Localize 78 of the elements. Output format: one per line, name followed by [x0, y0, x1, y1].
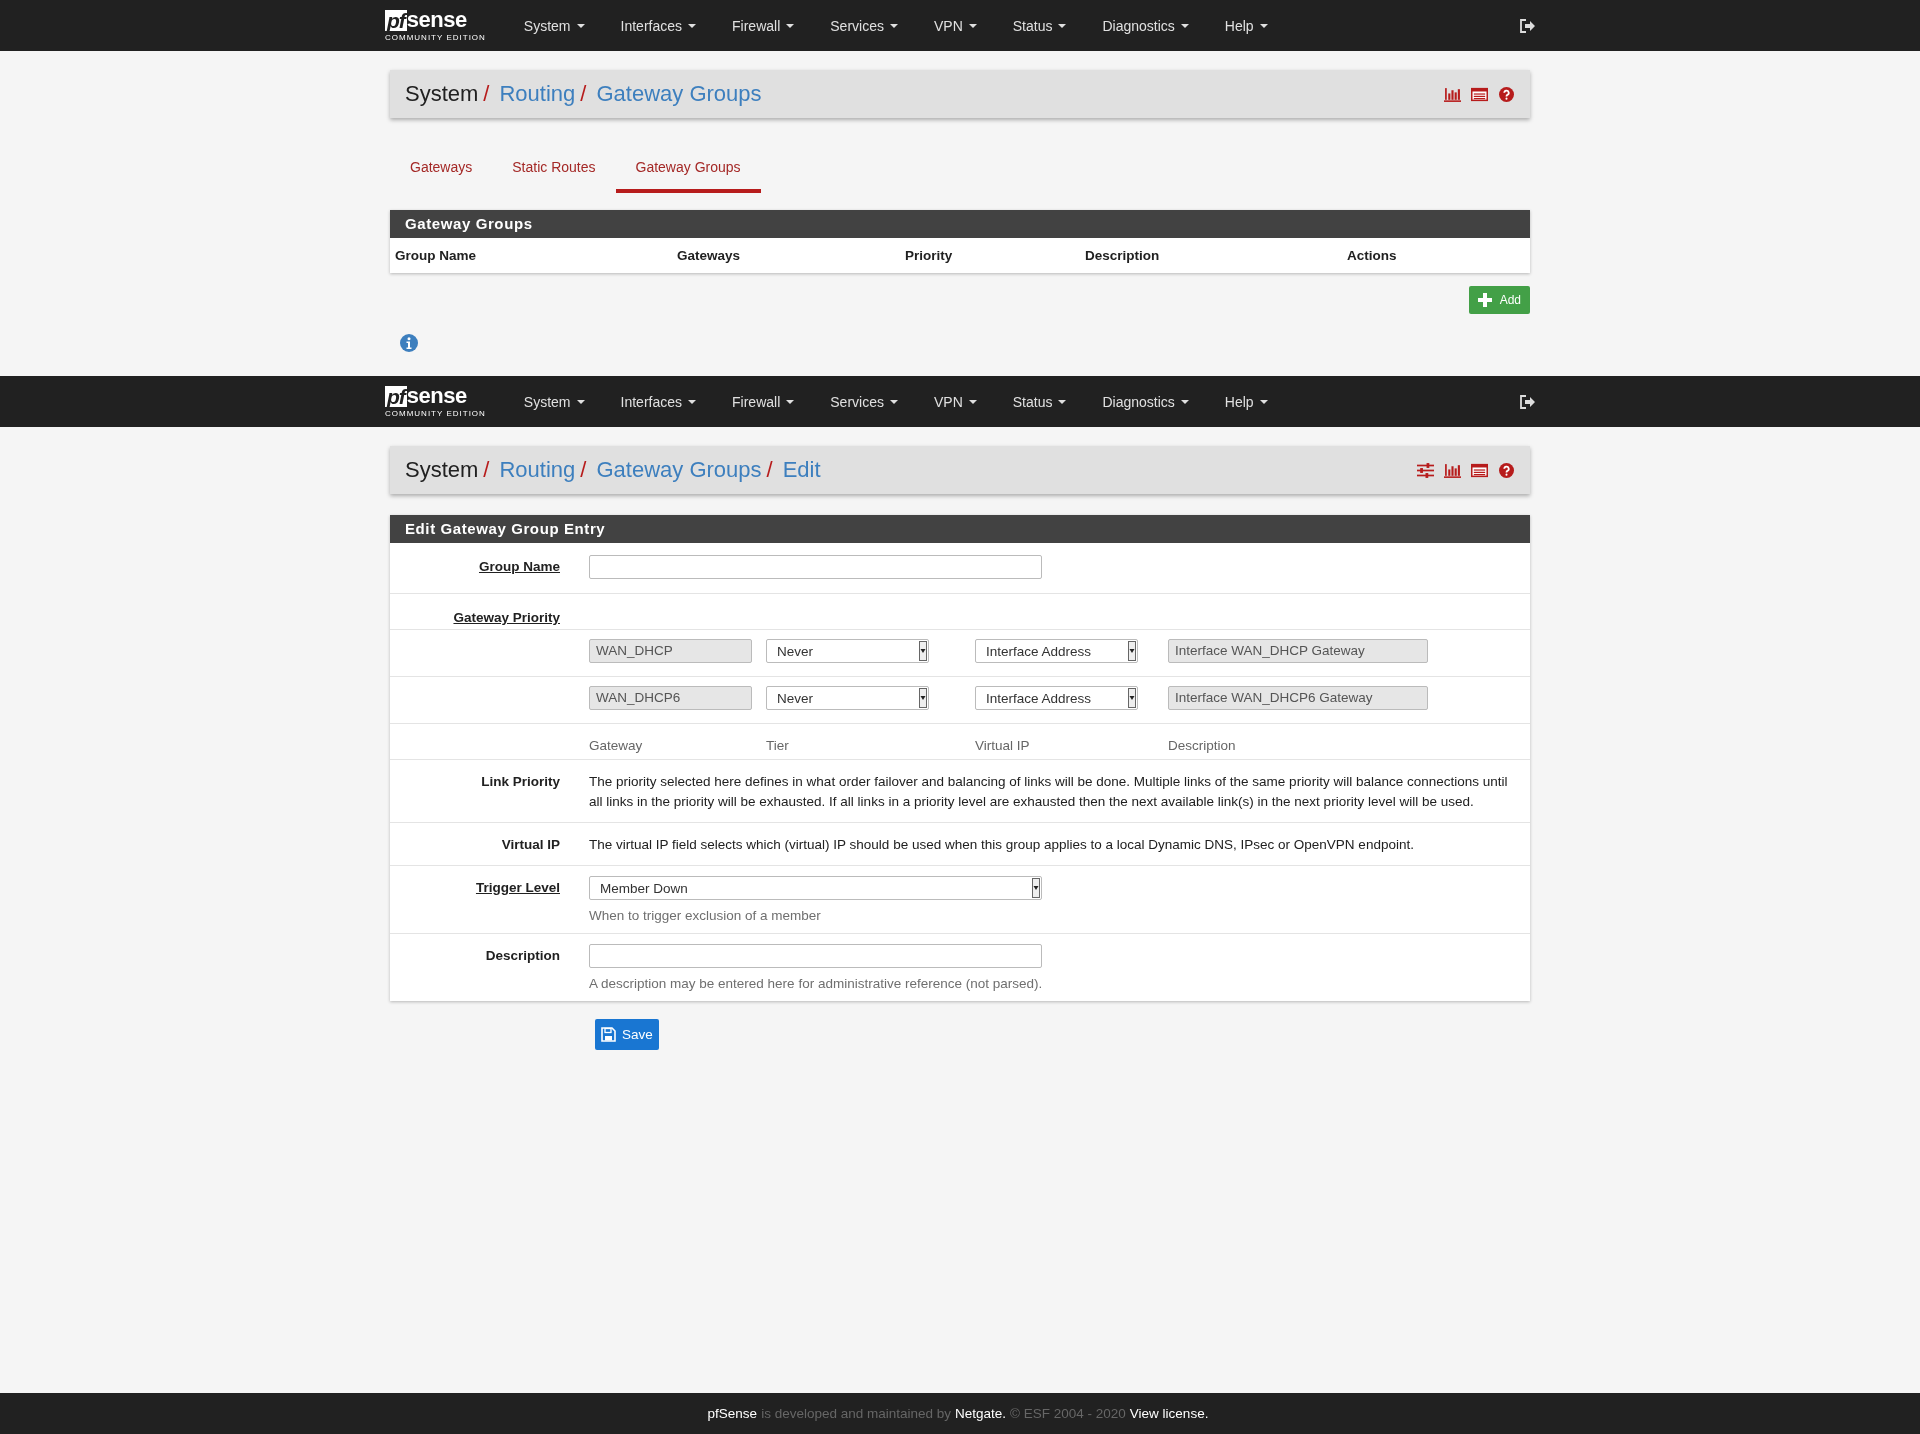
help-text: The priority selected here defines in what order failover and balancing of links will be done. Multiple links of the same priority will balance connections until all links in the priority will be exhausted. If all links in a priority level are exhausted then the next available link(s) in the next priority level will be used. — [589, 773, 1509, 811]
plus-icon — [1477, 293, 1492, 307]
nav-menu[interactable]: VPN — [915, 376, 995, 427]
bar-chart-icon[interactable] — [1444, 462, 1461, 478]
field-label: Trigger Level — [475, 879, 560, 895]
breadcrumb-separator: / — [580, 457, 587, 483]
virtual-ip-select[interactable]: Interface Address — [975, 639, 1138, 663]
nav-menu[interactable]: Status — [994, 376, 1085, 427]
nav-menu[interactable]: System — [505, 0, 603, 51]
help-icon[interactable] — [1498, 462, 1515, 478]
nav-menu[interactable]: Services — [812, 0, 916, 51]
column-header: Group Name — [395, 248, 477, 263]
nav-menu[interactable]: VPN — [915, 0, 995, 51]
panel-title: Gateway Groups — [390, 210, 1530, 238]
breadcrumb-separator: / — [483, 81, 490, 107]
column-header: Tier — [766, 738, 790, 753]
save-button[interactable]: Save — [595, 1019, 659, 1050]
column-header: Actions — [1347, 248, 1398, 263]
group-name-field[interactable] — [589, 555, 1042, 579]
field-label: Group Name — [479, 558, 560, 574]
table-icon[interactable] — [1471, 86, 1488, 102]
breadcrumb-text: System — [405, 457, 479, 483]
breadcrumb-separator: / — [580, 81, 587, 107]
nav-menu[interactable]: Interfaces — [602, 376, 715, 427]
description-field: Interface WAN_DHCP6 Gateway — [1168, 686, 1428, 710]
tab[interactable]: Gateways — [390, 150, 493, 193]
virtual-ip-select[interactable]: Interface Address — [975, 686, 1138, 710]
panel-title: Edit Gateway Group Entry — [390, 515, 1530, 543]
breadcrumb-text: System — [405, 81, 479, 107]
column-header: Virtual IP — [975, 738, 1031, 753]
nav-menu[interactable]: Interfaces — [602, 0, 715, 51]
nav-menu[interactable]: System — [505, 376, 603, 427]
help-text: When to trigger exclusion of a member — [589, 908, 822, 923]
column-header: Description — [1085, 248, 1161, 263]
bar-chart-icon[interactable] — [1444, 86, 1461, 102]
nav-menu[interactable]: Diagnostics — [1084, 0, 1207, 51]
caret-icon[interactable] — [1032, 878, 1040, 898]
gateway-field: WAN_DHCP6 — [589, 686, 752, 710]
column-header: Description — [1168, 738, 1237, 753]
description-input[interactable] — [589, 944, 1042, 968]
logout-icon[interactable] — [1519, 394, 1535, 409]
footer-link[interactable]: View license. — [1129, 1406, 1209, 1421]
gateway-field: WAN_DHCP — [589, 639, 752, 663]
nav-menu[interactable]: Firewall — [714, 376, 813, 427]
info-icon[interactable] — [400, 334, 418, 352]
tab[interactable]: Static Routes — [492, 150, 616, 193]
column-header: Priority — [905, 248, 954, 263]
tier-select[interactable]: Never — [766, 686, 929, 710]
column-header: Gateways — [677, 248, 742, 263]
trigger-level-select[interactable]: Member Down — [589, 876, 1042, 900]
footer-text: pfSense is developed and maintained by Netgate. © ESF 2004 - 2020 View license. — [707, 1406, 1210, 1421]
field-label: Virtual IP — [500, 836, 560, 852]
field-label: Link Priority — [480, 773, 560, 789]
caret-icon[interactable] — [919, 688, 927, 708]
nav-menu[interactable]: Help — [1206, 0, 1286, 51]
caret-icon[interactable] — [1128, 688, 1136, 708]
nav-menu[interactable]: Diagnostics — [1084, 376, 1207, 427]
table-icon[interactable] — [1471, 462, 1488, 478]
field-label: Gateway Priority — [453, 609, 560, 625]
breadcrumb-separator: / — [766, 457, 773, 483]
help-text: The virtual IP field selects which (virtual) IP should be used when this group applies to a local Dynamic DNS, IPsec or OpenVPN endpoint. — [589, 836, 1415, 854]
field-label: Description — [485, 947, 560, 963]
help-text: A description may be entered here for administrative reference (not parsed). — [589, 976, 1044, 991]
breadcrumb-separator: / — [483, 457, 490, 483]
nav-menu[interactable]: Status — [994, 0, 1085, 51]
nav-menu[interactable]: Help — [1206, 376, 1286, 427]
caret-icon[interactable] — [919, 641, 927, 661]
nav-menu[interactable]: Services — [812, 376, 916, 427]
description-field: Interface WAN_DHCP Gateway — [1168, 639, 1428, 663]
tier-select[interactable]: Never — [766, 639, 929, 663]
sliders-icon[interactable] — [1417, 462, 1434, 478]
help-icon[interactable] — [1498, 86, 1515, 102]
nav-menu[interactable]: Firewall — [714, 0, 813, 51]
column-header: Gateway — [589, 738, 644, 753]
logout-icon[interactable] — [1519, 18, 1535, 33]
tab[interactable]: Gateway Groups — [615, 150, 761, 193]
caret-icon[interactable] — [1128, 641, 1136, 661]
footer-link[interactable]: Netgate. — [955, 1406, 1007, 1421]
